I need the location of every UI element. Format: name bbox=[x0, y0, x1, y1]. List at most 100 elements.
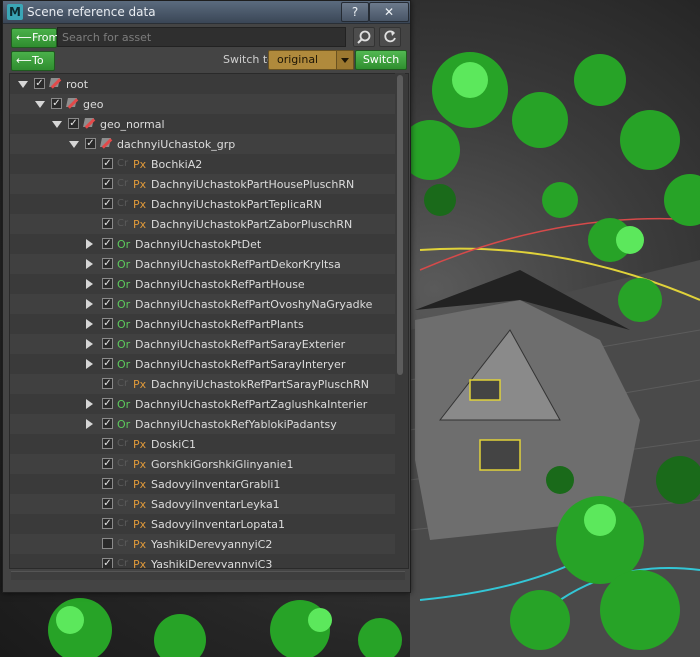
tree-node-label: SadovyiInventarLopata1 bbox=[151, 518, 285, 531]
expand-arrow-closed-icon[interactable] bbox=[86, 319, 93, 329]
scrollbar-thumb[interactable] bbox=[397, 75, 403, 375]
expand-arrow-closed-icon[interactable] bbox=[86, 299, 93, 309]
type-badge-px: Px bbox=[133, 378, 147, 391]
visibility-checkbox[interactable]: ✓ bbox=[85, 138, 96, 149]
tree-row[interactable]: ✓ Or DachnyiUchastokRefPartOvoshyNaGryadke bbox=[10, 294, 398, 314]
type-badge-px: Px bbox=[133, 178, 147, 191]
visibility-checkbox[interactable]: ✓ bbox=[102, 438, 113, 449]
tree-row[interactable]: ✓ Cr Px YashikiDerevyannyiC3 bbox=[10, 554, 398, 569]
type-badge-cr: Cr bbox=[117, 158, 129, 169]
tree-row[interactable]: ✓ Cr Px DachnyiUchastokPartTeplicaRN bbox=[10, 194, 398, 214]
tree-row[interactable]: ✓ Cr Px DachnyiUchastokPartHousePluschRN bbox=[10, 174, 398, 194]
visibility-checkbox[interactable]: ✓ bbox=[51, 98, 62, 109]
type-badge-px: Px bbox=[133, 158, 147, 171]
type-badge-cr: Cr bbox=[117, 478, 129, 489]
tree-row[interactable]: ✓ Or DachnyiUchastokRefPartSarayExterier bbox=[10, 334, 398, 354]
tree-row[interactable]: ✓ Cr Px SadovyiInventarGrabli1 bbox=[10, 474, 398, 494]
type-badge-cr: Cr bbox=[117, 378, 129, 389]
search-button[interactable] bbox=[353, 27, 375, 47]
visibility-checkbox[interactable]: ✓ bbox=[102, 458, 113, 469]
tree-row[interactable]: ✓ Or DachnyiUchastokRefPartDekorKryltsa bbox=[10, 254, 398, 274]
visibility-checkbox[interactable]: ✓ bbox=[102, 558, 113, 568]
switch-button[interactable]: Switch bbox=[355, 50, 407, 70]
tree-row[interactable]: ✓ Cr Px DoskiC1 bbox=[10, 434, 398, 454]
visibility-checkbox[interactable]: ✓ bbox=[102, 418, 113, 429]
expand-arrow-closed-icon[interactable] bbox=[86, 239, 93, 249]
type-badge-px: Px bbox=[133, 498, 147, 511]
expand-arrow-closed-icon[interactable] bbox=[86, 259, 93, 269]
expand-arrow-closed-icon[interactable] bbox=[86, 419, 93, 429]
close-icon: ✕ bbox=[383, 5, 395, 19]
type-badge-cr: Cr bbox=[117, 558, 129, 569]
to-button[interactable]: ⟵ To bbox=[11, 51, 55, 71]
visibility-checkbox[interactable]: ✓ bbox=[102, 358, 113, 369]
type-badge-or: Or bbox=[117, 358, 131, 371]
tree-row[interactable]: ✓ Cr Px BochkiA2 bbox=[10, 154, 398, 174]
tree-row[interactable]: ✓ Cr Px DachnyiUchastokRefPartSarayPluschRN bbox=[10, 374, 398, 394]
resize-grip[interactable] bbox=[11, 571, 405, 580]
tree-node-label: DachnyiUchastokRefPartSarayExterier bbox=[135, 338, 346, 351]
title-bar[interactable]: M Scene reference data ? ✕ bbox=[3, 1, 410, 24]
tree-row[interactable]: ✓ root bbox=[10, 74, 398, 94]
type-badge-cr: Cr bbox=[117, 518, 129, 529]
type-badge-px: Px bbox=[133, 458, 147, 471]
tree-scrollbar[interactable] bbox=[395, 73, 405, 567]
tree-row[interactable]: ✓ geo_normal bbox=[10, 114, 398, 134]
tree-row[interactable]: ✓ Cr Px GorshkiGorshkiGlinyanie1 bbox=[10, 454, 398, 474]
type-badge-cr: Cr bbox=[117, 198, 129, 209]
tree-node-label: BochkiA2 bbox=[151, 158, 203, 171]
close-button[interactable]: ✕ bbox=[369, 2, 409, 22]
version-dropdown[interactable]: original bbox=[268, 50, 354, 70]
tree-row[interactable]: ✓ geo bbox=[10, 94, 398, 114]
visibility-checkbox[interactable] bbox=[102, 538, 113, 549]
expand-arrow-closed-icon[interactable] bbox=[86, 399, 93, 409]
type-badge-or: Or bbox=[117, 238, 131, 251]
expand-arrow-open-icon[interactable] bbox=[52, 121, 62, 128]
visibility-checkbox[interactable]: ✓ bbox=[102, 238, 113, 249]
expand-arrow-closed-icon[interactable] bbox=[86, 359, 93, 369]
reference-node-icon bbox=[83, 117, 96, 130]
visibility-checkbox[interactable]: ✓ bbox=[102, 398, 113, 409]
expand-arrow-closed-icon[interactable] bbox=[86, 339, 93, 349]
visibility-checkbox[interactable]: ✓ bbox=[102, 198, 113, 209]
visibility-checkbox[interactable]: ✓ bbox=[102, 498, 113, 509]
expand-arrow-open-icon[interactable] bbox=[69, 141, 79, 148]
tree-row[interactable]: ✓ dachnyiUchastok_grp bbox=[10, 134, 398, 154]
visibility-checkbox[interactable]: ✓ bbox=[102, 478, 113, 489]
from-button[interactable]: ⟵ From bbox=[11, 28, 59, 48]
refresh-button[interactable] bbox=[379, 27, 401, 47]
tree-row[interactable]: ✓ Or DachnyiUchastokRefPartSarayInteryer bbox=[10, 354, 398, 374]
visibility-checkbox[interactable]: ✓ bbox=[102, 218, 113, 229]
visibility-checkbox[interactable]: ✓ bbox=[102, 278, 113, 289]
visibility-checkbox[interactable]: ✓ bbox=[102, 338, 113, 349]
visibility-checkbox[interactable]: ✓ bbox=[34, 78, 45, 89]
visibility-checkbox[interactable]: ✓ bbox=[102, 178, 113, 189]
visibility-checkbox[interactable]: ✓ bbox=[68, 118, 79, 129]
help-button[interactable]: ? bbox=[341, 2, 369, 22]
tree-row[interactable]: ✓ Cr Px SadovyiInventarLeyka1 bbox=[10, 494, 398, 514]
visibility-checkbox[interactable]: ✓ bbox=[102, 518, 113, 529]
expand-arrow-open-icon[interactable] bbox=[35, 101, 45, 108]
visibility-checkbox[interactable]: ✓ bbox=[102, 298, 113, 309]
type-badge-or: Or bbox=[117, 398, 131, 411]
type-badge-cr: Cr bbox=[117, 438, 129, 449]
reference-tree[interactable]: ✓ root ✓ geo ✓ geo_normal ✓ dachnyiUchastok_grp… bbox=[9, 73, 409, 569]
tree-row[interactable]: ✓ Cr Px SadovyiInventarLopata1 bbox=[10, 514, 398, 534]
expand-arrow-open-icon[interactable] bbox=[18, 81, 28, 88]
visibility-checkbox[interactable]: ✓ bbox=[102, 378, 113, 389]
visibility-checkbox[interactable]: ✓ bbox=[102, 258, 113, 269]
tree-row[interactable]: ✓ Or DachnyiUchastokRefPartHouse bbox=[10, 274, 398, 294]
tree-row[interactable]: ✓ Or DachnyiUchastokRefPartPlants bbox=[10, 314, 398, 334]
expand-arrow-closed-icon[interactable] bbox=[86, 279, 93, 289]
tree-row[interactable]: ✓ Or DachnyiUchastokRefYablokiPadantsy bbox=[10, 414, 398, 434]
maya-app-icon: M bbox=[7, 4, 23, 20]
search-input[interactable] bbox=[57, 27, 346, 47]
tree-row[interactable]: Cr Px YashikiDerevyannyiC2 bbox=[10, 534, 398, 554]
version-dropdown-value: original bbox=[277, 53, 319, 66]
tree-row[interactable]: ✓ Cr Px DachnyiUchastokPartZaborPluschRN bbox=[10, 214, 398, 234]
visibility-checkbox[interactable]: ✓ bbox=[102, 318, 113, 329]
tree-row[interactable]: ✓ Or DachnyiUchastokPtDet bbox=[10, 234, 398, 254]
tree-row[interactable]: ✓ Or DachnyiUchastokRefPartZaglushkaInteri… bbox=[10, 394, 398, 414]
visibility-checkbox[interactable]: ✓ bbox=[102, 158, 113, 169]
tree-node-label: YashikiDerevyannyiC2 bbox=[151, 538, 273, 551]
